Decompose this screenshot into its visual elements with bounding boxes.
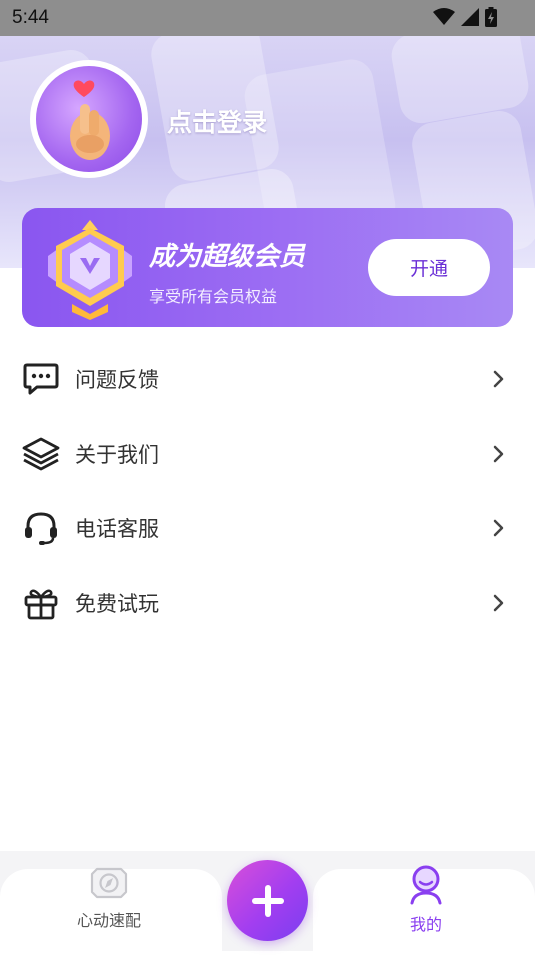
status-bar: 5:44 — [0, 0, 535, 36]
layers-icon — [22, 435, 60, 473]
add-button[interactable] — [227, 860, 308, 941]
menu-item-feedback[interactable]: 问题反馈 — [0, 342, 535, 417]
menu-item-customer-service[interactable]: 电话客服 — [0, 491, 535, 566]
activate-vip-button[interactable]: 开通 — [368, 239, 490, 296]
menu-item-label: 关于我们 — [75, 442, 159, 467]
bottom-navigation: 心动速配 我的 — [0, 851, 535, 959]
gift-icon — [22, 584, 60, 622]
menu-item-label: 电话客服 — [75, 517, 159, 542]
chevron-right-icon — [493, 594, 504, 611]
tab-mine[interactable]: 我的 — [356, 865, 496, 943]
tab-label: 我的 — [409, 915, 442, 934]
tab-matching[interactable]: 心动速配 — [39, 865, 179, 943]
vip-subtitle: 享受所有会员权益 — [149, 287, 278, 306]
battery-icon — [485, 7, 497, 27]
signal-icon — [461, 8, 479, 26]
menu-item-label: 问题反馈 — [75, 368, 159, 393]
feedback-chat-icon — [22, 360, 60, 398]
headset-icon — [22, 509, 60, 547]
menu-item-about[interactable]: 关于我们 — [0, 417, 535, 492]
status-time: 5:44 — [12, 7, 49, 28]
avatar[interactable] — [30, 60, 148, 178]
chevron-right-icon — [493, 520, 504, 537]
tab-label: 心动速配 — [76, 911, 141, 930]
menu-item-free-trial[interactable]: 免费试玩 — [0, 566, 535, 641]
wifi-icon — [433, 8, 455, 25]
menu-item-label: 免费试玩 — [75, 591, 159, 616]
compass-icon — [90, 867, 128, 899]
finger-heart-icon — [70, 80, 110, 160]
chevron-right-icon — [493, 371, 504, 388]
chevron-right-icon — [493, 445, 504, 462]
vip-card[interactable]: 成为超级会员 享受所有会员权益 开通 — [22, 208, 513, 327]
vip-medal-icon — [48, 220, 132, 320]
settings-menu: 问题反馈 关于我们 电话客服 免费试玩 — [0, 342, 535, 640]
profile-icon — [410, 865, 442, 905]
vip-title: 成为超级会员 — [149, 242, 306, 272]
login-prompt[interactable]: 点击登录 — [167, 103, 267, 139]
plus-icon — [251, 884, 284, 917]
